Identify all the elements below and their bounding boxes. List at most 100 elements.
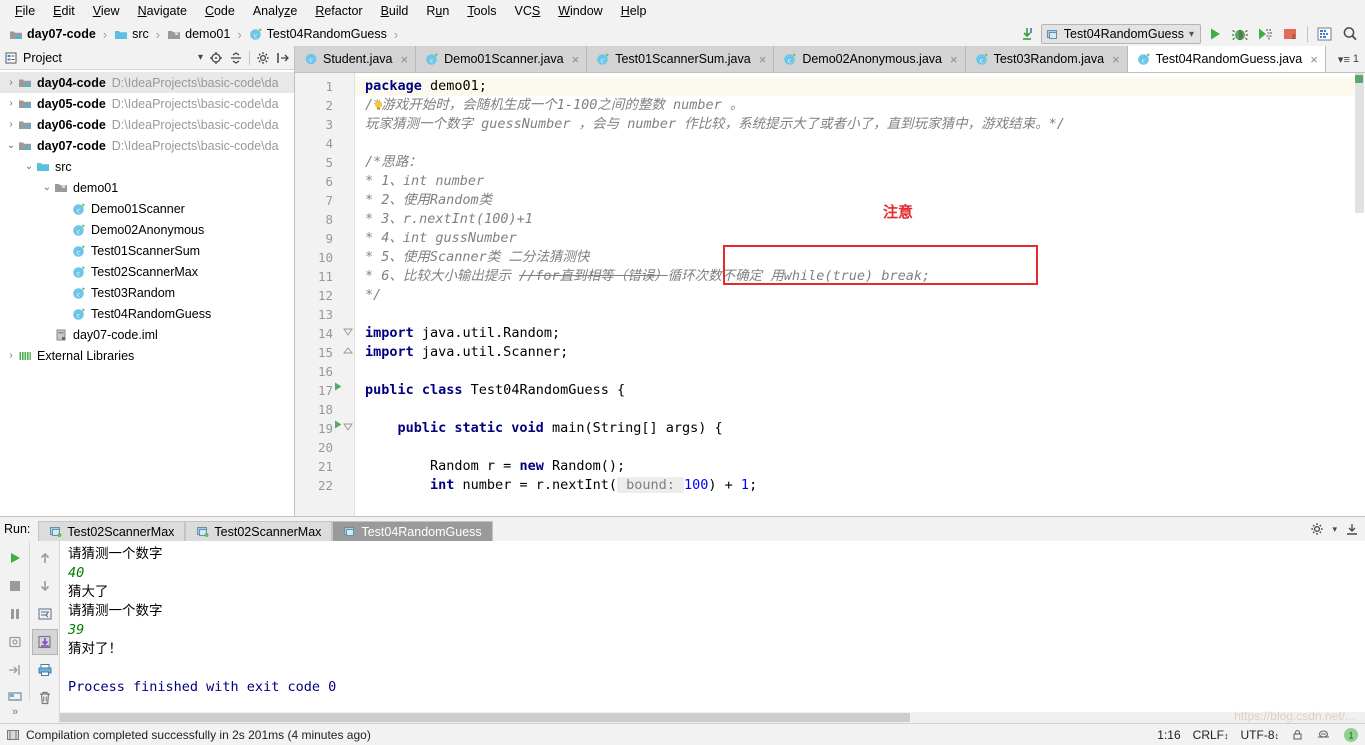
run-settings-gear-icon[interactable] [1310, 522, 1324, 536]
rerun-button[interactable] [2, 545, 28, 571]
code-editor[interactable]: 1 2 3 4 5 6 7 8 9 10 11 12 13 14 15 16 17 18 19 20 21 22 pack… [295, 73, 1365, 516]
tree-node-src[interactable]: ⌄ src [0, 156, 294, 177]
close-icon[interactable]: × [572, 52, 580, 67]
stop-button[interactable]: 2 [1279, 23, 1301, 45]
tree-node-day07-code[interactable]: ⌄ day07-code D:\IdeaProjects\basic-code\da [0, 135, 294, 156]
expand-tool-windows-button[interactable]: » [0, 701, 30, 723]
code-line[interactable]: import java.util.Scanner; [365, 343, 1365, 362]
pause-button[interactable] [2, 601, 28, 627]
code-line[interactable] [365, 134, 1365, 153]
tree-node-day07-code-iml[interactable]: day07-code.iml [0, 324, 294, 345]
tab-list-icon[interactable]: ▾≡ [1338, 53, 1350, 66]
lock-icon[interactable] [1291, 728, 1304, 741]
intention-bulb-icon[interactable] [373, 100, 384, 111]
run-configuration-selector[interactable]: Test04RandomGuess ▾ [1040, 24, 1201, 44]
code-style-icon[interactable] [1316, 728, 1331, 741]
tree-node-demo01scanner[interactable]: c Demo01Scanner [0, 198, 294, 219]
build-project-button[interactable] [1314, 23, 1336, 45]
close-icon[interactable]: × [1112, 52, 1120, 67]
scroll-down-button[interactable] [32, 573, 58, 599]
editor-tab-test03random-java[interactable]: c Test03Random.java × [965, 46, 1128, 72]
chevron-down-icon[interactable]: ▾ [1189, 29, 1194, 40]
tree-node-external-libraries[interactable]: › External Libraries [0, 345, 294, 366]
editor-tab-student-java[interactable]: c Student.java × [295, 46, 417, 72]
breadcrumb-item-day07-code[interactable]: day07-code [9, 27, 96, 41]
run-button[interactable] [1204, 23, 1226, 45]
run-tab-test02scannermax[interactable]: Test02ScannerMax [38, 521, 186, 541]
print-button[interactable] [32, 657, 58, 683]
code-line[interactable]: * 2、使用Random类 [365, 191, 1365, 210]
tree-node-day06-code[interactable]: › day06-code D:\IdeaProjects\basic-code\da [0, 114, 294, 135]
chevron-right-icon[interactable]: › [4, 119, 18, 130]
fold-gutter[interactable] [341, 73, 355, 516]
menu-item-analyze[interactable]: Analyze [244, 2, 306, 20]
caret-position[interactable]: 1:16 [1157, 728, 1180, 742]
menu-item-refactor[interactable]: Refactor [306, 2, 371, 20]
view-options-chevron-icon[interactable]: ▾ [198, 52, 203, 63]
run-tab-test02scannermax[interactable]: Test02ScannerMax [185, 521, 333, 541]
code-line[interactable] [365, 305, 1365, 324]
breadcrumb-item-demo01[interactable]: demo01 [167, 27, 230, 41]
console-output[interactable]: 请猜测一个数字 40 猜大了 请猜测一个数字 39 猜对了！ Process finishe… [60, 541, 1365, 723]
locate-icon[interactable] [209, 51, 223, 65]
code-line[interactable]: /*游戏开始时，会随机生成一个1-100之间的整数 number 。 [365, 96, 1365, 115]
close-icon[interactable]: × [759, 52, 767, 67]
menu-item-code[interactable]: Code [196, 2, 244, 20]
tree-node-day04-code[interactable]: › day04-code D:\IdeaProjects\basic-code\da [0, 72, 294, 93]
gear-icon[interactable] [256, 51, 270, 65]
fold-marker[interactable] [341, 419, 354, 438]
menu-item-vcs[interactable]: VCS [506, 2, 550, 20]
source-code[interactable]: package demo01;/*游戏开始时，会随机生成一个1-100之间的整数… [355, 73, 1365, 516]
chevron-right-icon[interactable]: › [4, 98, 18, 109]
run-with-coverage-button[interactable] [1254, 23, 1276, 45]
code-line[interactable]: public class Test04RandomGuess { [365, 381, 1365, 400]
tree-node-test03random[interactable]: c Test03Random [0, 282, 294, 303]
editor-scrollbar[interactable] [1354, 73, 1365, 516]
chevron-right-icon[interactable]: › [4, 350, 18, 361]
debug-button[interactable] [1229, 23, 1251, 45]
menu-item-file[interactable]: File [6, 2, 44, 20]
stop-process-button[interactable] [2, 573, 28, 599]
tree-node-demo01[interactable]: ⌄ demo01 [0, 177, 294, 198]
fold-marker[interactable] [341, 324, 354, 343]
tree-node-test01scannersum[interactable]: c Test01ScannerSum [0, 240, 294, 261]
chevron-down-icon[interactable]: ⌄ [4, 140, 18, 151]
scroll-up-button[interactable] [32, 545, 58, 571]
code-line[interactable]: import java.util.Random; [365, 324, 1365, 343]
menu-item-view[interactable]: View [84, 2, 129, 20]
hide-panel-icon[interactable] [276, 51, 290, 65]
dump-threads-button[interactable] [2, 629, 28, 655]
breadcrumb-item-test04randomguess[interactable]: c Test04RandomGuess [249, 27, 387, 41]
run-tab-test04randomguess[interactable]: Test04RandomGuess [332, 521, 493, 541]
close-icon[interactable]: × [950, 52, 958, 67]
code-line[interactable]: * 1、int number [365, 172, 1365, 191]
scroll-to-end-button[interactable] [31, 629, 58, 655]
menu-item-help[interactable]: Help [612, 2, 656, 20]
code-line[interactable]: Random r = new Random(); [365, 457, 1365, 476]
tree-node-test02scannermax[interactable]: c Test02ScannerMax [0, 261, 294, 282]
code-line[interactable]: 玩家猜测一个数字 guessNumber ，会与 number 作比较，系统提示… [365, 115, 1365, 134]
file-encoding[interactable]: UTF-8↕ [1241, 728, 1280, 742]
code-line[interactable] [365, 362, 1365, 381]
tree-node-demo02anonymous[interactable]: c Demo02Anonymous [0, 219, 294, 240]
editor-tab-test04randomguess-java[interactable]: c Test04RandomGuess.java × [1127, 46, 1326, 72]
menu-item-tools[interactable]: Tools [458, 2, 505, 20]
breadcrumb-item-src[interactable]: src [114, 27, 149, 41]
editor-tab-demo02anonymous-java[interactable]: c Demo02Anonymous.java × [774, 46, 966, 72]
line-separator[interactable]: CRLF↕ [1193, 728, 1229, 742]
code-line[interactable] [365, 400, 1365, 419]
clear-all-button[interactable] [32, 685, 58, 711]
console-scrollbar-thumb[interactable] [60, 713, 910, 722]
soft-wrap-button[interactable] [32, 601, 58, 627]
tree-node-day05-code[interactable]: › day05-code D:\IdeaProjects\basic-code\da [0, 93, 294, 114]
collapse-all-icon[interactable] [229, 51, 243, 65]
menu-item-run[interactable]: Run [417, 2, 458, 20]
console-input-button[interactable] [2, 657, 28, 683]
menu-item-build[interactable]: Build [372, 2, 418, 20]
editor-tab-demo01scanner-java[interactable]: c Demo01Scanner.java × [416, 46, 588, 72]
inspection-status-indicator[interactable] [1355, 75, 1363, 83]
console-horizontal-scrollbar[interactable] [60, 712, 1365, 723]
menu-item-window[interactable]: Window [549, 2, 611, 20]
chevron-down-icon[interactable]: ⌄ [22, 161, 36, 172]
fold-marker[interactable] [341, 343, 354, 362]
